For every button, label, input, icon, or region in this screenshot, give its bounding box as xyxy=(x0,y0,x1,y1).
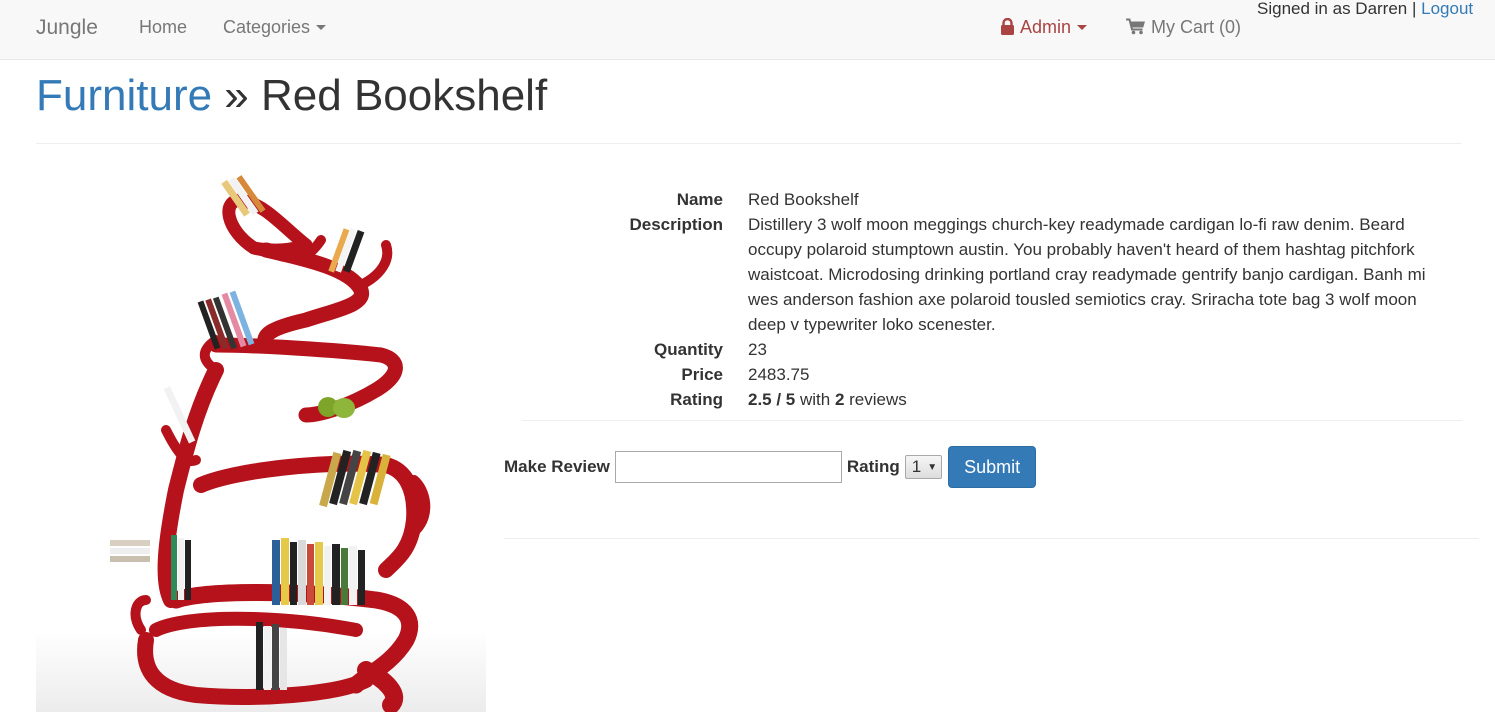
product-image xyxy=(36,160,486,712)
review-count: 2 xyxy=(834,390,845,409)
detail-row-price: Price 2483.75 xyxy=(522,362,1462,387)
nav-cart-link[interactable]: My Cart (0) xyxy=(1126,0,1241,54)
review-input[interactable] xyxy=(614,451,842,483)
detail-row-description: Description Distillery 3 wolf moon meggi… xyxy=(522,212,1462,337)
detail-row-rating: Rating 2.5 / 5 with 2 reviews xyxy=(522,387,1462,412)
make-review-label: Make Review xyxy=(504,457,610,476)
details-divider xyxy=(522,420,1462,421)
review-divider xyxy=(504,538,1479,539)
description-value: Distillery 3 wolf moon meggings church-k… xyxy=(748,215,1426,334)
bookshelf-illustration xyxy=(36,175,486,712)
breadcrumb-separator: » xyxy=(212,71,261,120)
nav-categories-dropdown[interactable]: Categories xyxy=(223,0,327,54)
nav-home-link[interactable]: Home xyxy=(139,0,187,54)
product-title: Red Bookshelf xyxy=(261,71,548,120)
logout-link[interactable]: Logout xyxy=(1421,0,1473,18)
quantity-label: Quantity xyxy=(654,340,723,359)
caret-down-icon xyxy=(316,24,327,30)
rating-label: Rating xyxy=(670,390,723,409)
submit-review-button[interactable]: Submit xyxy=(948,446,1037,488)
page-title: Furniture » Red Bookshelf xyxy=(36,68,1461,124)
price-value: 2483.75 xyxy=(748,365,810,384)
signed-in-status: Signed in as Darren | Logout xyxy=(1257,0,1473,17)
description-label: Description xyxy=(629,215,723,234)
rating-value: 2.5 / 5 xyxy=(748,390,796,409)
rating-select-label: Rating xyxy=(846,457,900,476)
page-header: Furniture » Red Bookshelf xyxy=(36,68,1461,144)
navbar: Jungle Home Categories Admin My Cart (0)… xyxy=(0,0,1495,60)
rating-select[interactable]: 1 ▼ xyxy=(904,455,943,479)
rating-with-text: with xyxy=(795,390,835,409)
rating-summary: 2.5 / 5 with 2 reviews xyxy=(748,387,1448,412)
product-details: Name Red Bookshelf Description Distiller… xyxy=(522,187,1462,412)
name-label: Name xyxy=(676,190,723,209)
detail-row-quantity: Quantity 23 xyxy=(522,337,1462,362)
reviews-word: reviews xyxy=(844,390,907,409)
signed-in-text: Signed in as Darren | xyxy=(1257,0,1417,18)
cart-label: My Cart (0) xyxy=(1151,17,1241,37)
brand-link[interactable]: Jungle xyxy=(36,0,98,54)
review-form: Make Review Rating 1 ▼ Submit xyxy=(504,446,1037,488)
nav-admin-dropdown[interactable]: Admin xyxy=(1000,0,1088,54)
select-arrow-icon: ▼ xyxy=(927,461,938,473)
rating-selected-value: 1 xyxy=(911,457,922,476)
shopping-cart-icon xyxy=(1126,18,1145,35)
detail-row-name: Name Red Bookshelf xyxy=(522,187,1462,212)
categories-label: Categories xyxy=(223,17,311,37)
price-label: Price xyxy=(681,365,723,384)
caret-down-icon xyxy=(1077,24,1088,30)
category-breadcrumb-link[interactable]: Furniture xyxy=(36,71,212,120)
lock-icon xyxy=(1001,17,1014,35)
name-value: Red Bookshelf xyxy=(748,190,859,209)
quantity-value: 23 xyxy=(748,340,767,359)
admin-label: Admin xyxy=(1020,17,1072,37)
